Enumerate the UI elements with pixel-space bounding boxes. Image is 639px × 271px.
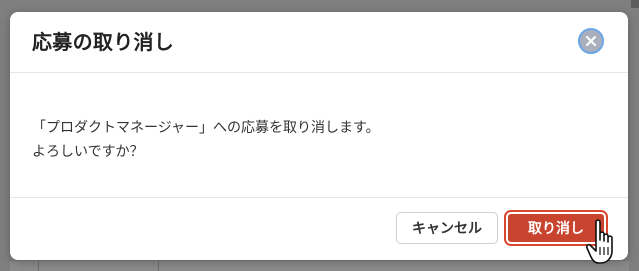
confirm-dialog: 応募の取り消し 「プロダクトマネージャー」への応募を取り消します。 よろしいです… xyxy=(10,12,628,260)
background-corner xyxy=(631,0,639,8)
dialog-body: 「プロダクトマネージャー」への応募を取り消します。 よろしいですか？ xyxy=(10,73,628,197)
close-button[interactable] xyxy=(578,28,604,54)
dialog-header: 応募の取り消し xyxy=(10,12,628,73)
dialog-title: 応募の取り消し xyxy=(32,30,175,54)
dialog-message-line-1: 「プロダクトマネージャー」への応募を取り消します。 xyxy=(32,120,380,136)
background-page-strip xyxy=(10,260,629,271)
background-divider xyxy=(38,261,39,271)
dialog-footer: キャンセル 取り消し xyxy=(10,197,628,260)
withdraw-button[interactable]: 取り消し xyxy=(504,210,608,246)
dialog-message-line-2: よろしいですか？ xyxy=(32,144,144,160)
cancel-button[interactable]: キャンセル xyxy=(396,212,498,244)
close-circle-icon xyxy=(586,36,596,46)
background-divider xyxy=(158,261,159,271)
